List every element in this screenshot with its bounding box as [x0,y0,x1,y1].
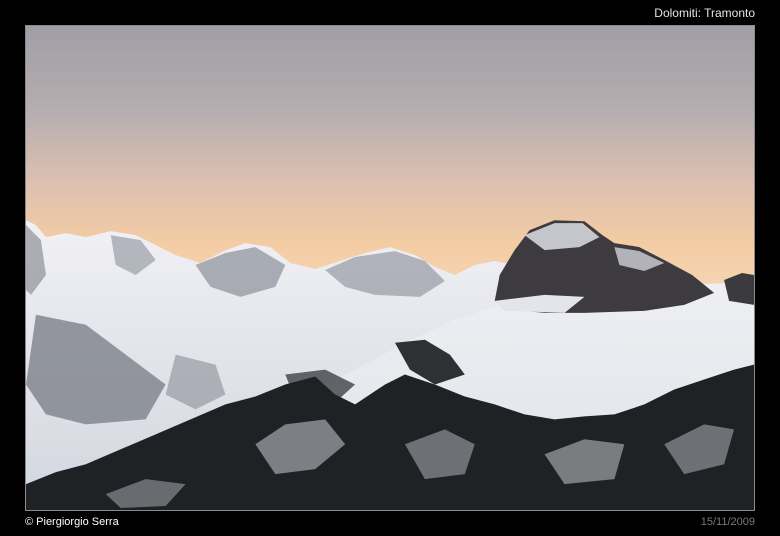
photo-title: Dolomiti: Tramonto [654,6,755,20]
mountain-photo [25,25,755,511]
mountain-landscape-image [26,26,754,510]
photo-date: 15/11/2009 [700,516,755,528]
photographer-credit: © Piergiorgio Serra [25,516,119,528]
